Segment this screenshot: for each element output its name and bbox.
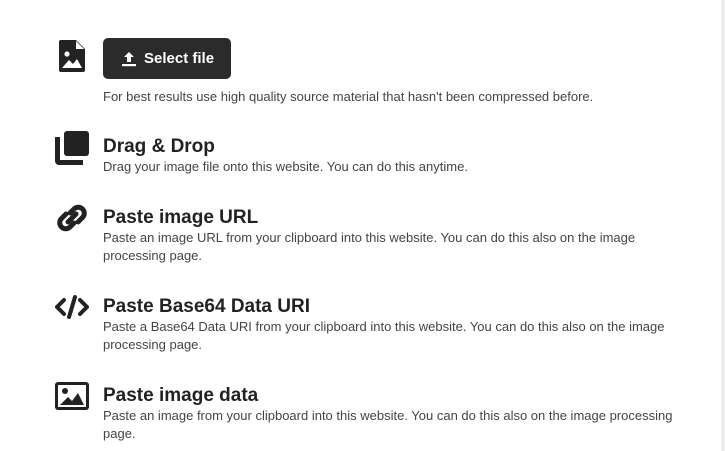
select-file-button[interactable]: Select file (103, 38, 232, 79)
link-icon (54, 200, 90, 236)
drag-drop-icon (54, 130, 90, 166)
image-file-icon (54, 38, 90, 74)
option-title: Paste image data (103, 385, 259, 406)
option-title: Paste Base64 Data URI (103, 296, 310, 317)
option-desc: Paste an image from your clipboard into … (103, 408, 673, 441)
option-desc: Drag your image file onto this website. … (103, 159, 468, 174)
option-title: Paste image URL (103, 207, 259, 228)
image-icon (54, 378, 90, 414)
code-icon (54, 289, 90, 325)
option-desc: Paste an image URL from your clipboard i… (103, 230, 636, 263)
option-title: Drag & Drop (103, 136, 215, 157)
upload-hint: For best results use high quality source… (103, 89, 594, 104)
select-file-label: Select file (144, 50, 215, 67)
upload-icon (121, 51, 137, 67)
scrollbar-track[interactable] (721, 0, 725, 451)
upload-options-panel: Select file For best results use high qu… (0, 0, 725, 451)
option-desc: Paste a Base64 Data URI from your clipbo… (103, 319, 665, 352)
